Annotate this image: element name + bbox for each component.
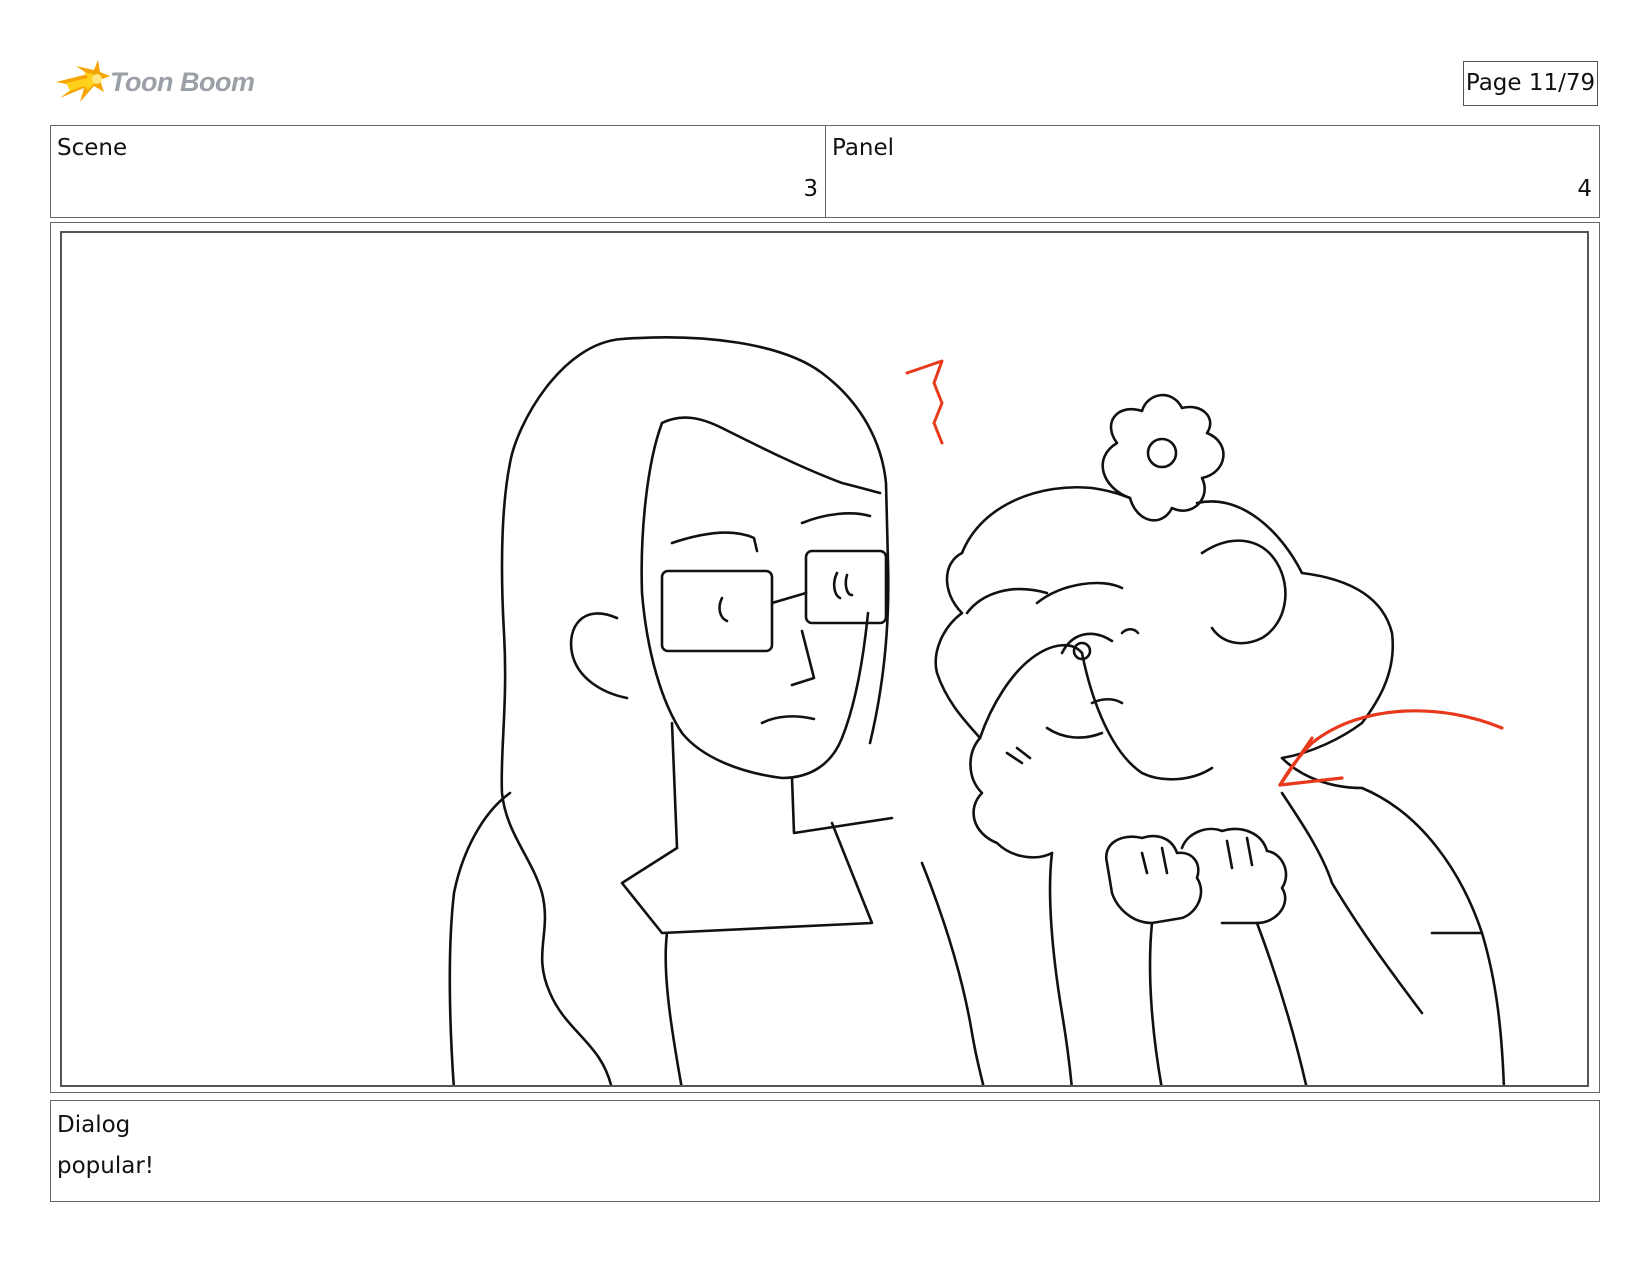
scene-value: 3 [803,176,818,202]
logo-text: Toon Boom [110,67,255,97]
panel-cell: Panel 4 [826,126,1599,217]
scene-cell: Scene 3 [51,126,826,217]
storyboard-panel-image [60,231,1589,1087]
toon-boom-burst-icon [56,60,110,102]
page-indicator: Page 11/79 [1463,61,1598,106]
scene-label: Scene [57,135,128,161]
panel-value: 4 [1577,176,1592,202]
scene-panel-row: Scene 3 Panel 4 [50,125,1600,218]
toon-boom-logo: Toon Boom [54,58,255,110]
dialog-text: popular! [57,1153,155,1179]
panel-label: Panel [832,135,895,161]
dialog-label: Dialog [57,1112,131,1138]
dialog-section: Dialog popular! [50,1100,1600,1202]
sketch-drawing [448,336,1506,1085]
